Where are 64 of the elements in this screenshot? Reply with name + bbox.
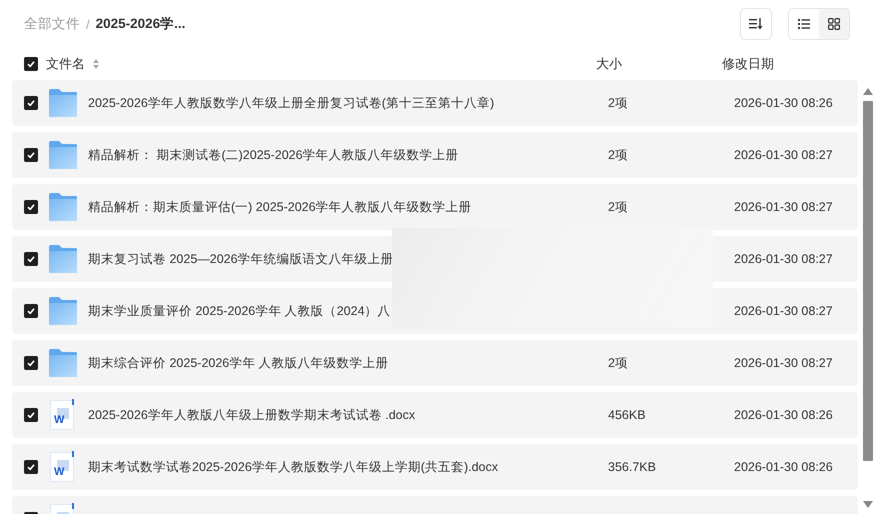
list-icon [798,19,810,29]
file-name: 期末考试数学试卷2025-2026学年人教版数学八年级上学期(共五套).docx [88,460,498,474]
folder-icon [48,193,78,221]
column-header[interactable]: 文件名 [46,55,85,73]
file-name: 期末学业质量评价 2025-2026学年 人教版（2024）八 [88,304,391,318]
column-header: 大小 [596,55,622,73]
checkbox[interactable] [24,148,38,162]
checkmark-icon [26,358,36,368]
checkmark-icon [26,202,36,212]
file-size: 2项 [608,148,628,162]
checkbox[interactable] [24,460,38,474]
checkmark-icon [26,462,36,472]
modified-date: 2026-01-30 08:26 [734,96,833,110]
checkmark-icon [26,98,36,108]
checkmark-icon [26,59,36,69]
modified-date: 2026-01-30 08:27 [734,148,833,162]
checkmark-icon [26,150,36,160]
file-row[interactable]: W 2025-2026学年人教版八年级上册数学期末考试试卷 .docx 456KB 2026-01-30 08:26 [12,392,858,438]
file-size: 2项 [608,96,628,110]
checkbox[interactable] [24,304,38,318]
modified-date: 2026-01-30 08:26 [734,408,833,422]
sort-lines-icon [749,18,763,30]
checkmark-icon [26,306,36,316]
file-row[interactable]: 精品解析：期末质量评估(一) 2025-2026学年人教版八年级数学上册 2项 2026-01-30 08:27 [12,184,858,230]
file-row[interactable]: 2025-2026学年人教版数学八年级上册全册复习试卷(第十三至第十八章) 2项 2026-01-30 08:26 [12,80,858,126]
modified-date: 2026-01-30 08:27 [734,200,833,214]
checkbox[interactable] [24,356,38,370]
file-name: 精品解析：期末质量评估(一) 2025-2026学年人教版八年级数学上册 [88,200,472,214]
file-size: 2项 [608,356,628,370]
grid-icon [828,18,840,30]
checkbox[interactable] [24,408,38,422]
folder-icon [48,141,78,169]
file-size: 2项 [608,200,628,214]
file-size: 356.7KB [608,460,656,474]
modified-date: 2026-01-30 08:27 [734,252,833,266]
word-document-icon: W [50,452,74,482]
column-header: 修改日期 [722,55,774,73]
file-row[interactable]: 精品解析： 期末测试卷(二)2025-2026学年人教版八年级数学上册 2项 2026-01-30 08:27 [12,132,858,178]
folder-icon [48,349,78,377]
breadcrumb-item: 2025-2026学... [96,15,186,33]
checkbox[interactable] [24,57,38,71]
sort-button[interactable] [740,8,772,40]
file-size: 456KB [608,408,646,422]
folder-icon [48,245,78,273]
file-name: 期末复习试卷 2025—2026学年统编版语文八年级上册 [88,252,394,266]
file-name: 2025-2026学年人教版八年级上册数学期末考试试卷 .docx [88,408,416,422]
checkbox[interactable] [24,96,38,110]
file-name: 精品解析： 期末测试卷(二)2025-2026学年人教版八年级数学上册 [88,148,459,162]
file-row[interactable]: 期末综合评价 2025-2026学年 人教版八年级数学上册 2项 2026-01-30 08:27 [12,340,858,386]
modified-date: 2026-01-30 08:27 [734,356,833,370]
breadcrumb-separator: / [86,16,90,32]
modified-date: 2026-01-30 08:26 [734,460,833,474]
checkmark-icon [26,254,36,264]
checkmark-icon [26,410,36,420]
folder-icon [48,89,78,117]
grid-view-button[interactable] [819,9,849,39]
file-name: 期末综合评价 2025-2026学年 人教版八年级数学上册 [88,356,389,370]
checkbox[interactable] [24,200,38,214]
file-row[interactable]: W 期末考试数学试卷2025-2026学年人教版数学八年级上学期(共五套).docx 356.7KB 2026-01-30 08:26 [12,444,858,490]
file-name: 2025-2026学年人教版数学八年级上册全册复习试卷(第十三至第十八章) [88,96,494,110]
folder-icon [48,297,78,325]
word-document-icon: W [50,400,74,430]
checkbox[interactable] [24,252,38,266]
modified-date: 2026-01-30 08:27 [734,304,833,318]
